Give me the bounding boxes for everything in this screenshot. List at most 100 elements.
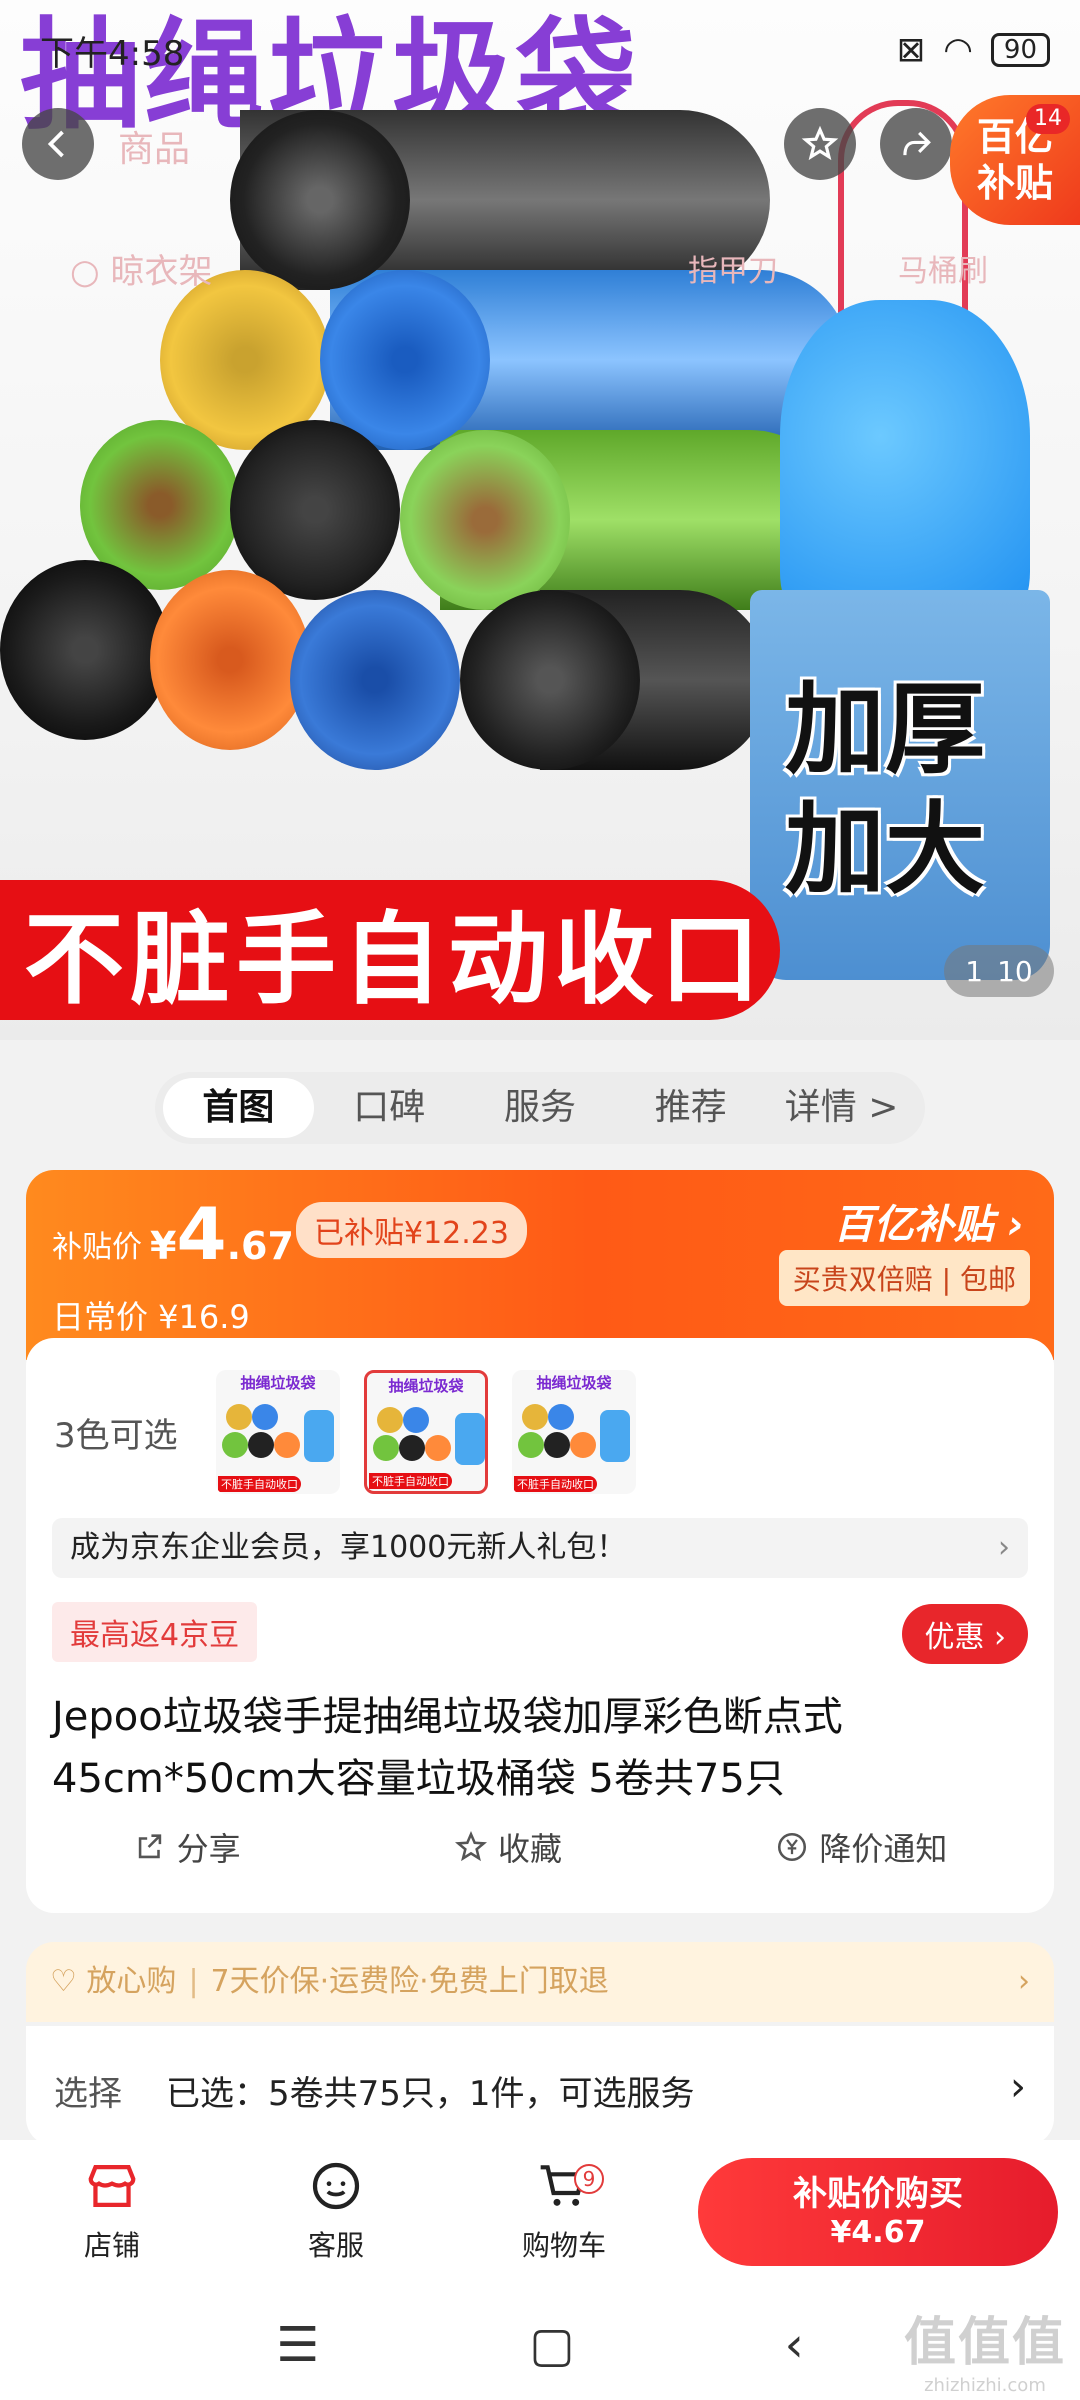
thumb-roll [248, 1432, 274, 1458]
share-label: 分享 [176, 1830, 241, 1868]
roll-orange [150, 570, 310, 750]
product-actions: 分享 收藏 降价通知 [26, 1824, 1054, 1870]
thumb-bag [600, 1410, 630, 1462]
tab-main-image[interactable]: 首图 [163, 1078, 314, 1138]
favorite-button[interactable] [784, 108, 856, 180]
thumb-roll [252, 1404, 278, 1430]
billion-subsidy-link[interactable]: 百亿补贴 › [834, 1192, 1024, 1250]
share-arrow-icon [903, 131, 931, 156]
roll-black [0, 560, 170, 740]
subsidy-price-label: 补贴价 [52, 1230, 142, 1265]
tab-recommend[interactable]: 推荐 [615, 1078, 766, 1138]
thumb-roll [226, 1404, 252, 1430]
thumb-roll [518, 1432, 544, 1458]
search-faded-text: 晾衣架 [110, 252, 213, 292]
color-thumb-3[interactable]: 抽绳垃圾袋 不脏手自动收口 [512, 1370, 636, 1494]
tab-reviews[interactable]: 口碑 [314, 1078, 465, 1138]
selection-row[interactable]: 选择 已选：5卷共75只，1件，可选服务 › [26, 2026, 1054, 2146]
status-time: 下午4:58 [40, 33, 185, 74]
thumb-bag [304, 1410, 334, 1462]
watermark-url: zhizhizhi.com [924, 2375, 1046, 2396]
assurance-divider: | [188, 1964, 199, 1999]
chevron-right-icon: › [1018, 1964, 1030, 1999]
customer-service-button[interactable]: 客服 [276, 2160, 396, 2264]
thumb-title: 抽绳垃圾袋 [388, 1377, 464, 1395]
roll-blue [290, 590, 460, 770]
collect-button[interactable]: 收藏 [454, 1824, 562, 1870]
roll-black [460, 590, 640, 770]
share-icon [138, 1834, 161, 1859]
thumb-roll [373, 1435, 399, 1461]
shop-label: 店铺 [83, 2229, 140, 2262]
thumb-roll [399, 1435, 425, 1461]
battery-icon: 90 [990, 33, 1050, 67]
selection-value: 已选：5卷共75只，1件，可选服务 [166, 2074, 695, 2114]
subsidized-amount-pill: 已补贴¥12.23 [296, 1202, 527, 1258]
price-integer: 4 [176, 1192, 227, 1276]
collect-label: 收藏 [497, 1830, 562, 1868]
shop-button[interactable]: 店铺 [52, 2160, 172, 2264]
thumb-roll [548, 1404, 574, 1430]
yen-icon [778, 1832, 807, 1862]
assurance-bar[interactable]: ♡ 放心购 | 7天价保·运费险·免费上门取退 › [26, 1942, 1054, 2022]
discount-button[interactable]: 优惠 › [902, 1604, 1028, 1664]
roll-black [230, 110, 410, 290]
member-text: 成为京东企业会员，享1000元新人礼包！ [70, 1530, 627, 1565]
roll-green [400, 430, 570, 610]
home-icon[interactable]: ▢ [529, 2317, 574, 2373]
product-title: Jepoo垃圾袋手提抽绳垃圾袋加厚彩色断点式45cm*50cm大容量垃圾桶袋 5… [52, 1694, 843, 1802]
bin-text: 加厚 加大 [785, 670, 985, 910]
bottom-action-bar: 店铺 客服 9 购物车 补贴价购买 ¥4.67 [0, 2140, 1080, 2290]
buy-button-label: 补贴价购买 [793, 2174, 963, 2214]
thumb-roll [403, 1407, 429, 1433]
thumb-roll [425, 1435, 451, 1461]
star-outline-icon [454, 1831, 487, 1862]
tab-service[interactable]: 服务 [465, 1078, 616, 1138]
color-options-label[interactable]: 3色可选 [54, 1408, 178, 1457]
star-icon [801, 125, 839, 161]
pager-total: 10 [997, 954, 1033, 988]
status-icons: ⊠ ◠ 90 [897, 30, 1050, 70]
buy-now-button[interactable]: 补贴价购买 ¥4.67 [698, 2158, 1058, 2266]
tab-details[interactable]: 详情 > [766, 1078, 917, 1138]
enterprise-member-banner[interactable]: 成为京东企业会员，享1000元新人礼包！ › [52, 1518, 1028, 1578]
menu-icon[interactable]: ☰ [276, 2317, 319, 2373]
thumb-roll [377, 1407, 403, 1433]
thumb-banner: 不脏手自动收口 [218, 1476, 301, 1492]
message-count-badge: 14 [1026, 104, 1070, 134]
color-thumb-2[interactable]: 抽绳垃圾袋 不脏手自动收口 [364, 1370, 488, 1494]
cart-icon [504, 2160, 624, 2224]
blue-bag [780, 300, 1030, 640]
sim-icon: ⊠ [896, 30, 926, 70]
section-tabs: 首图 口碑 服务 推荐 详情 > [155, 1072, 925, 1144]
assurance-items: 7天价保·运费险·免费上门取退 [210, 1964, 609, 1999]
service-label: 客服 [307, 2229, 364, 2262]
hero-banner: 不脏手自动收口 [0, 880, 780, 1020]
watermark: 值值值 zhizhizhi.com [904, 2300, 1066, 2396]
thumb-roll [522, 1404, 548, 1430]
share-top-button[interactable] [880, 108, 952, 180]
watermark-logo: 值值值 [903, 2313, 1066, 2373]
selection-label: 选择 [54, 2074, 122, 2114]
product-info-card: 3色可选 抽绳垃圾袋 不脏手自动收口 抽绳垃圾袋 不脏手自动收口 抽绳垃圾袋 不… [26, 1338, 1054, 1913]
thumb-bag [455, 1413, 485, 1465]
status-bar: 下午4:58 ⊠ ◠ 90 [40, 20, 1050, 80]
cart-count-badge: 9 [574, 2164, 604, 2194]
subsidy-price: ¥4.67 [150, 1192, 294, 1276]
share-button[interactable]: 分享 [133, 1824, 241, 1870]
back-button[interactable] [22, 108, 94, 180]
back-arrow-icon [47, 130, 64, 158]
cart-button[interactable]: 9 购物车 [504, 2160, 624, 2264]
chevron-right-icon: › [998, 1530, 1010, 1565]
price-card: 补贴价 ¥4.67 已补贴¥12.23 日常价 ¥16.9 百亿补贴 › 买贵双… [26, 1170, 1054, 1360]
color-thumb-1[interactable]: 抽绳垃圾袋 不脏手自动收口 [216, 1370, 340, 1494]
thumb-title: 抽绳垃圾袋 [240, 1374, 316, 1392]
thumb-roll [544, 1432, 570, 1458]
price-alert-button[interactable]: 降价通知 [775, 1824, 947, 1870]
wifi-icon: ◠ [943, 30, 973, 70]
back-nav-icon[interactable]: ‹ [785, 2317, 804, 2373]
image-pager: 1 10 [944, 945, 1054, 997]
shop-icon [52, 2160, 172, 2224]
price-currency: ¥ [150, 1224, 177, 1268]
roll-blue [320, 270, 490, 450]
